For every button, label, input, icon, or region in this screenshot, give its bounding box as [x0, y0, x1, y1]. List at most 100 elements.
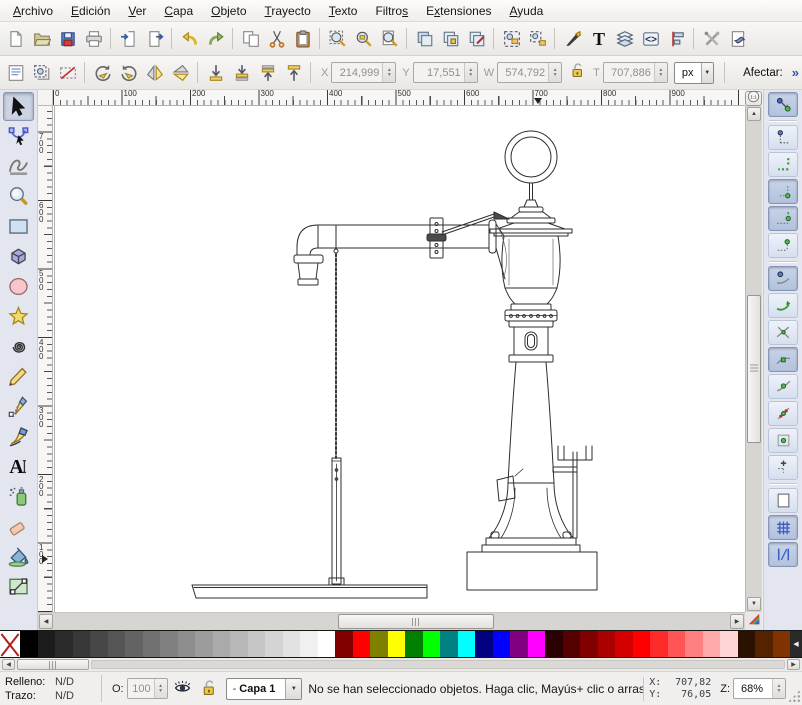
horizontal-scroll-thumb[interactable]	[338, 614, 494, 629]
separator[interactable]	[490, 26, 498, 51]
tweak-tool[interactable]	[3, 152, 34, 181]
color-swatch[interactable]	[55, 631, 73, 657]
flip-vertical-button[interactable]	[168, 60, 193, 85]
vertical-scroll-thumb[interactable]	[747, 295, 761, 443]
snap-page-border-button[interactable]	[768, 488, 798, 513]
width-input[interactable]: 574,792▲▼	[497, 62, 562, 83]
menu-item[interactable]: Ayuda	[501, 1, 553, 21]
snap-paths-button[interactable]	[768, 293, 798, 318]
color-swatch[interactable]	[668, 631, 686, 657]
cut-button[interactable]	[264, 26, 289, 51]
snap-smooth-nodes-button[interactable]	[768, 374, 798, 399]
fill-stroke-indicator[interactable]: Relleno: N/D Trazo: N/D	[5, 676, 97, 702]
color-swatch[interactable]	[265, 631, 283, 657]
box3d-tool[interactable]	[3, 242, 34, 271]
ellipse-tool[interactable]	[3, 272, 34, 301]
scroll-down-icon[interactable]: ▼	[747, 597, 761, 611]
horizontal-scrollbar[interactable]: ◀ ▶	[38, 612, 745, 630]
snap-bbox-edge-midpoints-button[interactable]	[768, 206, 798, 231]
calligraphy-tool[interactable]	[3, 422, 34, 451]
menu-item[interactable]: Edición	[62, 1, 119, 21]
copy-button[interactable]	[238, 26, 263, 51]
select-all-button[interactable]	[3, 60, 28, 85]
paint-bucket-tool[interactable]	[3, 542, 34, 571]
snap-line-midpoints-button[interactable]	[768, 401, 798, 426]
snap-grids-button[interactable]	[768, 515, 798, 540]
vertical-scrollbar[interactable]: ▲ ▼	[745, 106, 762, 612]
menu-item[interactable]: Capa	[155, 1, 202, 21]
preferences-button[interactable]	[699, 26, 724, 51]
paste-button[interactable]	[290, 26, 315, 51]
gradient-tool[interactable]	[3, 572, 34, 601]
fill-stroke-dialog-button[interactable]	[560, 26, 585, 51]
color-swatch[interactable]	[720, 631, 738, 657]
document-properties-button[interactable]	[725, 26, 750, 51]
star-tool[interactable]	[3, 302, 34, 331]
scroll-up-icon[interactable]: ▲	[747, 107, 761, 121]
color-swatch[interactable]	[108, 631, 126, 657]
color-swatch[interactable]	[335, 631, 353, 657]
group-button[interactable]	[499, 26, 524, 51]
snap-bbox-button[interactable]	[768, 125, 798, 150]
zoom-selection-button[interactable]	[325, 26, 350, 51]
color-swatch[interactable]	[493, 631, 511, 657]
separator[interactable]	[403, 26, 411, 51]
snap-guides-button[interactable]	[768, 542, 798, 567]
color-swatch[interactable]	[178, 631, 196, 657]
node-tool[interactable]	[3, 122, 34, 151]
new-document-button[interactable]	[3, 26, 28, 51]
palette-scrollbar[interactable]: ◀ ▶	[0, 658, 802, 671]
horizontal-ruler[interactable]: 0100200300400500600700800900	[53, 90, 745, 106]
layers-dialog-button[interactable]	[612, 26, 637, 51]
eraser-tool[interactable]	[3, 512, 34, 541]
snap-rotation-centers-button[interactable]	[768, 455, 798, 480]
pen-tool[interactable]	[3, 392, 34, 421]
color-swatch[interactable]	[475, 631, 493, 657]
snap-nodes-button[interactable]	[768, 266, 798, 291]
color-swatch[interactable]	[388, 631, 406, 657]
snap-bbox-corners-button[interactable]	[768, 179, 798, 204]
flip-horizontal-button[interactable]	[142, 60, 167, 85]
separator[interactable]	[551, 26, 559, 51]
align-distribute-button[interactable]	[664, 26, 689, 51]
color-swatch[interactable]	[38, 631, 56, 657]
raise-to-top-button[interactable]	[281, 60, 306, 85]
separator[interactable]	[316, 26, 324, 51]
zoom-tool[interactable]	[3, 182, 34, 211]
rotate-cw-button[interactable]	[116, 60, 141, 85]
menu-item[interactable]: Extensiones	[417, 1, 500, 21]
color-swatch[interactable]	[703, 631, 721, 657]
separator[interactable]	[769, 483, 797, 485]
select-all-layers-button[interactable]	[29, 60, 54, 85]
color-swatch[interactable]	[230, 631, 248, 657]
text-dialog-button[interactable]: T	[586, 26, 611, 51]
color-swatch[interactable]	[633, 631, 651, 657]
palette-scroll-thumb[interactable]	[17, 659, 89, 670]
snap-cusp-nodes-button[interactable]	[768, 347, 798, 372]
menu-item[interactable]: Objeto	[202, 1, 255, 21]
color-swatch[interactable]	[90, 631, 108, 657]
text-tool[interactable]: A	[3, 452, 34, 481]
separator[interactable]	[194, 60, 202, 85]
undo-button[interactable]	[177, 26, 202, 51]
color-swatch[interactable]	[318, 631, 336, 657]
color-swatch[interactable]	[580, 631, 598, 657]
deselect-button[interactable]	[55, 60, 80, 85]
color-swatch[interactable]	[125, 631, 143, 657]
separator[interactable]	[690, 26, 698, 51]
color-swatch[interactable]	[528, 631, 546, 657]
ruler-corner-button[interactable]: 1:1	[745, 91, 762, 106]
color-swatch[interactable]	[213, 631, 231, 657]
color-swatch[interactable]	[405, 631, 423, 657]
rotate-ccw-button[interactable]	[90, 60, 115, 85]
lower-button[interactable]	[229, 60, 254, 85]
menu-item[interactable]: Ver	[119, 1, 155, 21]
color-swatch[interactable]	[160, 631, 178, 657]
color-swatch[interactable]	[195, 631, 213, 657]
separator[interactable]	[168, 26, 176, 51]
opacity-input[interactable]: 100▲▼	[127, 678, 168, 699]
unit-select[interactable]: px▼	[674, 62, 714, 84]
color-swatch[interactable]	[20, 631, 38, 657]
color-swatch[interactable]	[755, 631, 773, 657]
color-swatch[interactable]	[545, 631, 563, 657]
